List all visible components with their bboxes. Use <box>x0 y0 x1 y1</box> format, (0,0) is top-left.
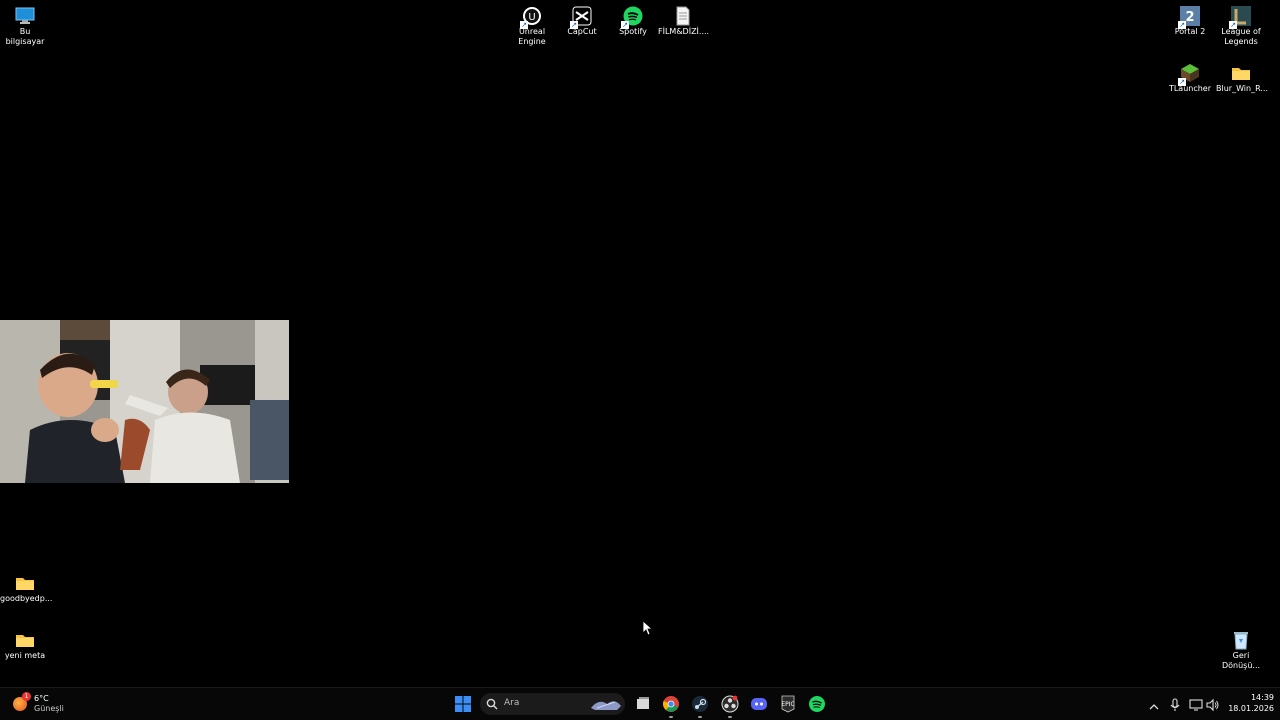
tray-clock[interactable]: 14:39 18.01.2026 <box>1222 692 1274 716</box>
desktop-icon-label: League of Legends <box>1221 27 1261 46</box>
windows-logo-icon <box>455 696 471 712</box>
desktop-icon-league-of-legends[interactable]: League of Legends <box>1216 0 1266 47</box>
steam-icon <box>692 696 708 712</box>
tlauncher-icon <box>1178 63 1200 86</box>
task-view-button[interactable] <box>634 695 652 713</box>
desktop-icon-unreal-engine[interactable]: U Unreal Engine <box>507 0 557 47</box>
desktop-icon-label: CapCut <box>567 27 597 36</box>
desktop-icon-yeni-meta[interactable]: yeni meta <box>0 624 50 661</box>
desktop-icon-spotify[interactable]: Spotify <box>608 0 658 37</box>
weather-condition: Güneşli <box>34 704 64 713</box>
portal-2-icon: 2 <box>1178 6 1200 29</box>
weather-widget[interactable]: 1 6°C Güneşli <box>10 692 80 716</box>
svg-text:EPIC: EPIC <box>781 701 794 708</box>
spotify-icon <box>621 6 643 29</box>
search-placeholder: Ara <box>504 698 520 708</box>
task-view-icon <box>637 697 649 709</box>
desktop-icon-label: TLauncher <box>1168 84 1212 93</box>
desktop-icon-label: FİLM&DİZİ.... <box>658 27 710 36</box>
start-button[interactable] <box>454 695 472 713</box>
epic-games-icon: EPIC <box>781 695 795 713</box>
chevron-up-icon <box>1149 704 1159 710</box>
tray-network[interactable] <box>1189 697 1203 711</box>
obs-icon <box>721 695 739 713</box>
volume-icon <box>1206 698 1219 712</box>
chrome-icon <box>663 696 679 712</box>
taskbar-obs[interactable] <box>721 695 739 718</box>
taskbar-epic-games[interactable]: EPIC <box>779 695 797 713</box>
tray-volume[interactable] <box>1206 697 1220 712</box>
taskbar: 1 6°C Güneşli Ara EPIC 14:39 18.01.2026 <box>0 687 1280 720</box>
taskbar-search-box[interactable]: Ara <box>480 693 625 715</box>
unreal-engine-icon: U <box>520 6 542 29</box>
desktop-icon-label: Spotify <box>619 27 647 36</box>
desktop-icon-label: Portal 2 <box>1174 27 1206 36</box>
monitor-icon <box>15 6 35 26</box>
network-icon <box>1189 699 1203 711</box>
mouse-cursor <box>642 620 654 640</box>
notification-badge: 1 <box>22 692 31 701</box>
desktop-icon-recycle-bin[interactable]: Geri Dönüşü... <box>1216 624 1266 671</box>
taskbar-discord[interactable] <box>750 695 768 713</box>
discord-icon <box>751 698 767 710</box>
desktop-icon-label: goodbyedp... <box>0 594 53 603</box>
taskbar-spotify[interactable] <box>808 695 826 713</box>
desktop-icon-capcut[interactable]: CapCut <box>557 0 607 37</box>
folder-icon <box>15 630 35 650</box>
text-document-icon <box>673 6 693 26</box>
svg-text:2: 2 <box>1185 10 1194 25</box>
clock-date: 18.01.2026 <box>1228 704 1274 713</box>
desktop-icon-label: Bu bilgisayar <box>5 27 45 46</box>
tray-microphone[interactable] <box>1169 697 1181 711</box>
taskbar-steam[interactable] <box>691 695 709 718</box>
desktop-icon-blur-win[interactable]: Blur_Win_R... <box>1216 57 1268 94</box>
desktop-icon-this-pc[interactable]: Bu bilgisayar <box>0 0 50 47</box>
webcam-feed <box>0 320 289 483</box>
clock-time: 14:39 <box>1250 693 1274 702</box>
tray-overflow-button[interactable] <box>1148 698 1160 710</box>
microphone-icon <box>1170 698 1180 711</box>
search-icon <box>486 698 498 710</box>
taskbar-chrome[interactable] <box>662 695 680 718</box>
desktop-icon-label: yeni meta <box>4 651 46 660</box>
svg-text:U: U <box>528 12 535 23</box>
desktop-icon-label: Geri Dönüşü... <box>1221 651 1261 670</box>
folder-icon <box>1231 63 1251 83</box>
desktop-icon-label: Unreal Engine <box>518 27 546 46</box>
desktop-icon-film-dizi[interactable]: FİLM&DİZİ.... <box>658 0 710 37</box>
desktop-icon-label: Blur_Win_R... <box>1216 84 1268 93</box>
capcut-icon <box>570 6 592 29</box>
recycle-bin-icon <box>1231 630 1251 650</box>
league-of-legends-icon <box>1229 6 1251 29</box>
desktop-icon-tlauncher[interactable]: TLauncher <box>1165 57 1215 94</box>
folder-icon <box>15 573 35 593</box>
desktop-icon-goodbyedp[interactable]: goodbyedp... <box>0 567 53 604</box>
weather-temp: 6°C <box>34 694 49 703</box>
desktop-icon-portal-2[interactable]: 2 Portal 2 <box>1165 0 1215 37</box>
search-highlight-icon <box>591 701 621 710</box>
spotify-icon <box>809 696 825 712</box>
